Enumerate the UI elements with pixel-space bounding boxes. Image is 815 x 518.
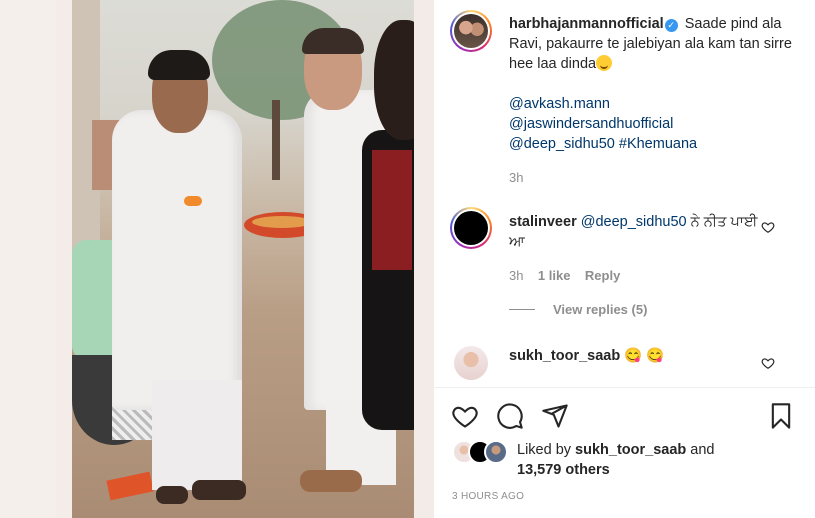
author-avatar[interactable] — [450, 10, 492, 52]
caption-time[interactable]: 3h — [509, 168, 805, 188]
photo-person-3-head — [374, 20, 414, 140]
photo-person-1 — [112, 110, 242, 410]
comments-scroll-area[interactable]: harbhajanmannofficial ✓ Saade pind ala Ra… — [434, 0, 815, 387]
comment-likes[interactable]: 1 like — [538, 268, 571, 283]
comment-time[interactable]: 3h — [509, 268, 523, 283]
liked-by-user[interactable]: sukh_toor_saab — [575, 442, 686, 458]
mention-link[interactable]: @jaswindersandhuofficial — [509, 116, 673, 132]
likes-count[interactable]: 13,579 others — [517, 462, 610, 478]
comment-heart-icon[interactable] — [761, 356, 775, 370]
comment-username[interactable]: sukh_toor_saab — [509, 348, 620, 364]
post-photo[interactable] — [72, 0, 414, 518]
photo-packet — [106, 471, 154, 501]
view-replies-button[interactable]: View replies (5) — [509, 302, 647, 317]
author-avatar-image — [454, 14, 488, 48]
comment-emoji: 😋 😋 — [624, 348, 665, 364]
photo-sweet — [184, 196, 202, 206]
mention-link[interactable]: @avkash.mann — [509, 96, 610, 112]
post-caption: harbhajanmannofficial ✓ Saade pind ala Ra… — [509, 14, 805, 188]
comment-heart-icon[interactable] — [761, 220, 775, 234]
mention-link[interactable]: @deep_sidhu50 — [509, 136, 615, 152]
photo-tree-trunk — [272, 100, 280, 180]
reply-button[interactable]: Reply — [585, 268, 620, 283]
instagram-post-view: harbhajanmannofficial ✓ Saade pind ala Ra… — [0, 0, 815, 518]
media-padding-left — [0, 0, 56, 518]
heart-icon[interactable] — [451, 402, 479, 430]
liked-by-avatars[interactable] — [452, 440, 514, 464]
post-side-panel: harbhajanmannofficial ✓ Saade pind ala Ra… — [434, 0, 815, 518]
photo-person-1-shoe — [192, 480, 246, 500]
photo-scarf — [372, 150, 412, 270]
comment-bubble-icon[interactable] — [496, 402, 524, 430]
view-replies-line — [509, 309, 535, 310]
paper-plane-icon[interactable] — [541, 402, 569, 430]
liked-by-and: and — [690, 442, 715, 458]
commenter-avatar-image — [454, 211, 488, 245]
photo-person-1-hair — [148, 50, 210, 80]
liker-avatar — [484, 440, 508, 464]
comment-item: sukh_toor_saab 😋 😋 — [509, 346, 759, 366]
photo-person-2-shoe — [300, 470, 362, 492]
comment-username[interactable]: stalinveer — [509, 214, 577, 230]
comment-meta: 3h 1 like Reply — [509, 266, 759, 286]
photo-food — [252, 216, 312, 228]
post-actions: Liked by sukh_toor_saab and 13,579 other… — [434, 387, 815, 518]
post-timestamp[interactable]: 3 HOURS AGO — [452, 491, 524, 502]
photo-person-2-hair — [302, 28, 364, 54]
commenter-avatar[interactable] — [454, 346, 488, 380]
liked-by-text: Liked by sukh_toor_saab and 13,579 other… — [517, 440, 797, 480]
photo-person-1-legs — [152, 380, 242, 490]
media-padding-right — [414, 0, 434, 518]
smile-emoji-icon — [596, 55, 613, 71]
photo-person-1-shoe — [156, 486, 188, 504]
post-media[interactable] — [0, 0, 434, 518]
mention-link[interactable]: @deep_sidhu50 — [581, 214, 687, 230]
bookmark-icon[interactable] — [767, 402, 795, 430]
view-replies-label: View replies (5) — [553, 302, 648, 317]
commenter-avatar[interactable] — [450, 207, 492, 249]
comment-item: stalinveer @deep_sidhu50 ਨੇ ਨੀਤ ਪਾਈ ਆ 3h… — [509, 212, 759, 286]
author-username[interactable]: harbhajanmannofficial — [509, 16, 664, 32]
verified-badge-icon: ✓ — [664, 19, 678, 32]
liked-by-prefix: Liked by — [517, 442, 572, 458]
hashtag-link[interactable]: #Khemuana — [619, 136, 697, 152]
